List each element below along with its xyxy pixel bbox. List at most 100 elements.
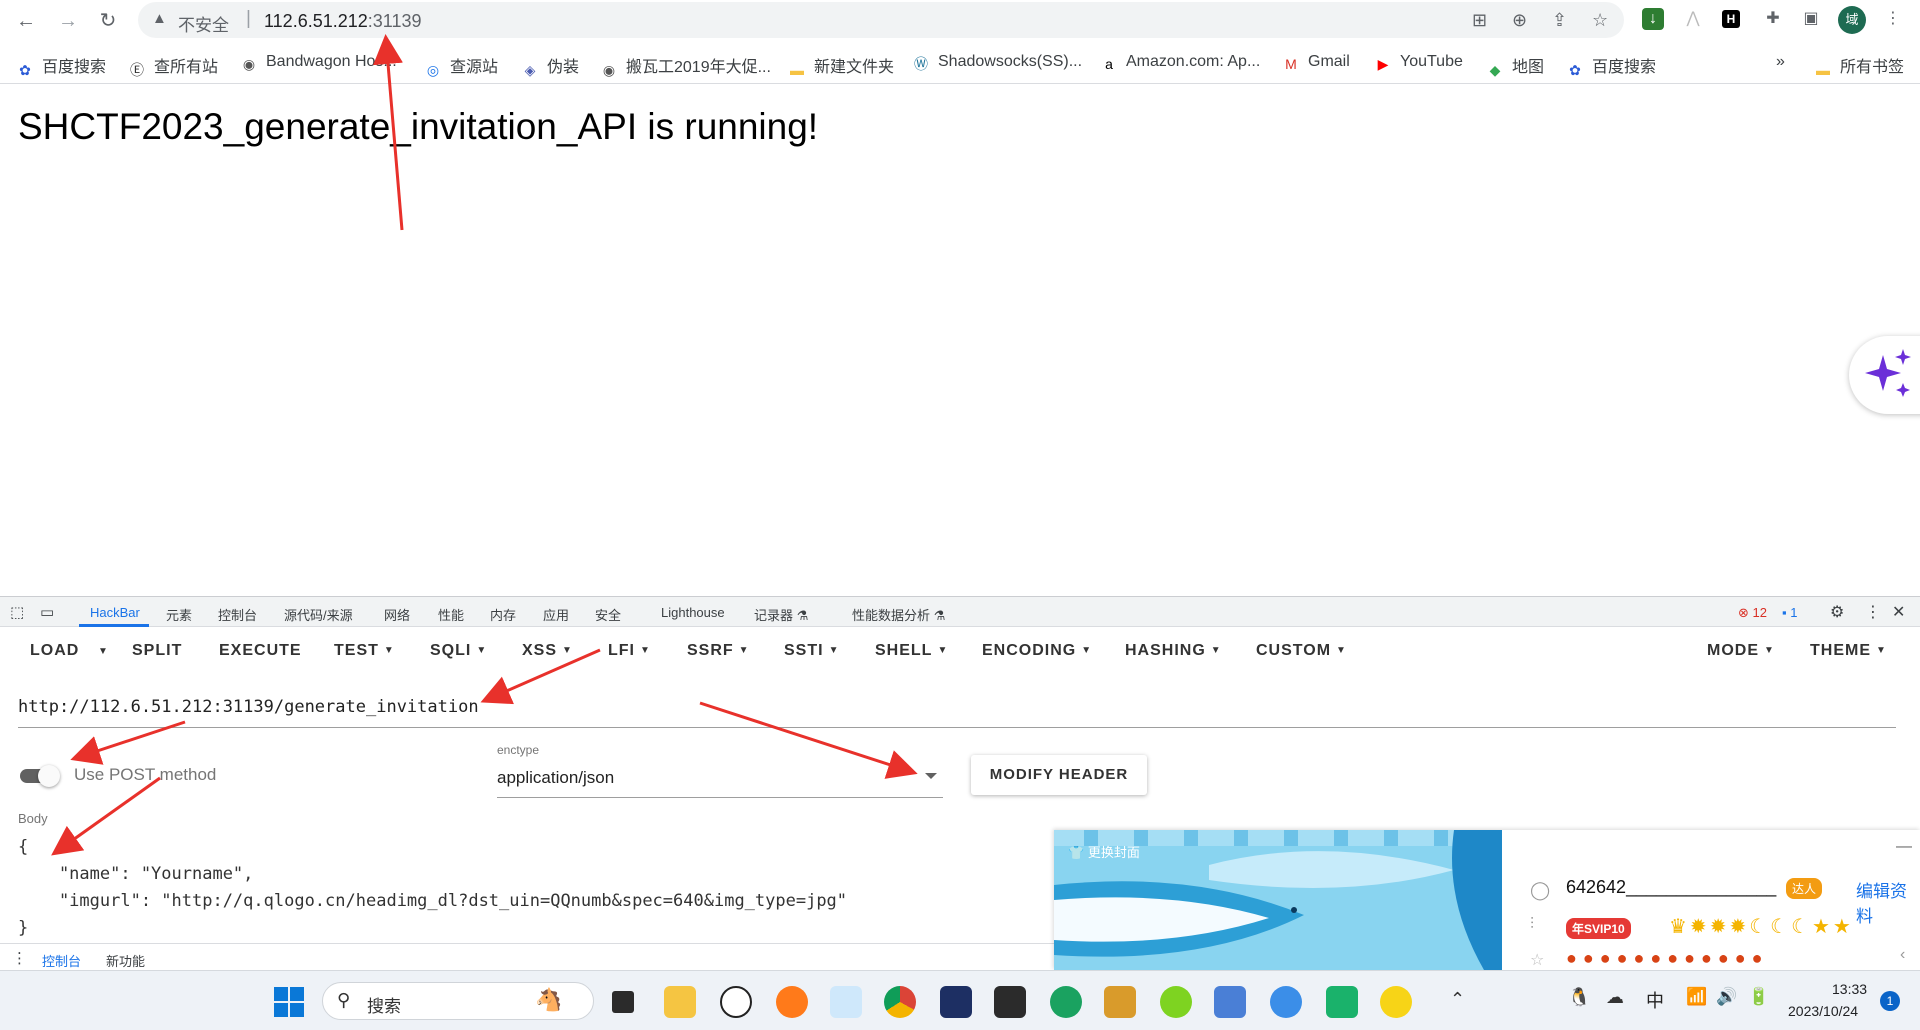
load-dropdown-icon[interactable]: ▼ — [98, 646, 109, 657]
battery-icon[interactable]: 🔋 — [1748, 987, 1769, 1007]
bookmark-item[interactable]: Ⓦ Shadowsocks(SS)... — [912, 53, 1082, 73]
bookmark-item[interactable]: M Gmail — [1282, 53, 1350, 73]
post-toggle-knob[interactable] — [38, 765, 60, 787]
inspect-icon[interactable]: ⬚ — [10, 603, 24, 621]
tab-whats-new[interactable]: 新功能 — [106, 951, 145, 970]
bookmark-item[interactable]: ◆ 地图 — [1486, 53, 1544, 79]
onedrive-icon[interactable]: ☁ — [1606, 987, 1624, 1008]
tab-security[interactable]: 安全 — [595, 605, 621, 624]
url-input[interactable]: http://112.6.51.212:31139/generate_invit… — [18, 697, 479, 717]
clock-time[interactable]: 13:33 — [1832, 981, 1867, 997]
network-app-icon[interactable] — [1270, 986, 1302, 1018]
settings-gear-icon[interactable]: ⚙ — [1830, 602, 1844, 622]
hashing-menu[interactable]: HASHING ▼ — [1125, 642, 1222, 660]
devcpp-icon[interactable] — [940, 986, 972, 1018]
shell-menu[interactable]: SHELL ▼ — [875, 642, 948, 660]
ime-indicator[interactable]: 中 — [1646, 987, 1664, 1013]
xss-menu[interactable]: XSS ▼ — [522, 642, 573, 660]
notepad-icon[interactable] — [1214, 986, 1246, 1018]
bookmark-star-icon[interactable]: ☆ — [1592, 10, 1608, 31]
bookmark-item[interactable]: ▶ YouTube — [1374, 53, 1463, 73]
chevron-left-icon[interactable]: ‹ — [1900, 946, 1905, 964]
tab-elements[interactable]: 元素 — [166, 605, 192, 624]
mode-menu[interactable]: MODE ▼ — [1707, 642, 1775, 660]
zoom-icon[interactable]: ⊕ — [1512, 10, 1527, 31]
clock-date[interactable]: 2023/10/24 — [1788, 1003, 1858, 1019]
edit-profile-link[interactable]: 编辑资料 — [1856, 877, 1920, 927]
music-icon[interactable] — [1380, 986, 1412, 1018]
windows-start-icon[interactable] — [274, 987, 304, 1017]
custom-menu[interactable]: CUSTOM ▼ — [1256, 642, 1347, 660]
theme-menu[interactable]: THEME ▼ — [1810, 642, 1887, 660]
bookmark-item[interactable]: ◎ 查源站 — [424, 53, 498, 79]
volume-icon[interactable]: 🔊 — [1716, 987, 1737, 1007]
drawer-menu-icon[interactable]: ⋮ — [12, 949, 27, 967]
body-line[interactable]: } — [18, 918, 28, 938]
extension-icon[interactable]: ⋀ — [1682, 8, 1704, 30]
translate-icon[interactable]: ⊞ — [1472, 10, 1487, 31]
enctype-select[interactable]: application/json — [497, 768, 614, 788]
firefox-icon[interactable] — [776, 986, 808, 1018]
ssti-menu[interactable]: SSTI ▼ — [784, 642, 839, 660]
modify-header-button[interactable]: MODIFY HEADER — [971, 755, 1147, 795]
address-bar[interactable]: ▲ 不安全 | 112.6.51.212:31139 ⊞ ⊕ ⇪ ☆ — [138, 2, 1624, 38]
bookmark-item[interactable]: ◉ Bandwagon Hos... — [240, 53, 397, 73]
avatar[interactable]: 域 — [1838, 6, 1866, 34]
bookmark-item[interactable]: ◉ 搬瓦工2019年大促... — [600, 53, 771, 79]
tab-performance[interactable]: 性能 — [438, 605, 464, 624]
bookmarks-overflow-icon[interactable]: » — [1776, 53, 1785, 71]
message-count[interactable]: ▪ 1 — [1782, 605, 1797, 620]
minimize-icon[interactable]: — — [1896, 838, 1912, 856]
tab-network[interactable]: 网络 — [384, 605, 410, 624]
execute-button[interactable]: EXECUTE — [219, 642, 302, 660]
download-extension-icon[interactable]: ↓ — [1642, 8, 1664, 30]
wifi-icon[interactable]: 📶 — [1686, 987, 1707, 1007]
body-line[interactable]: "name": "Yourname", — [18, 864, 253, 884]
body-line[interactable]: "imgurl": "http://q.qlogo.cn/headimg_dl?… — [18, 891, 847, 911]
chevron-down-icon[interactable] — [925, 773, 937, 779]
reload-icon[interactable]: ↻ — [94, 7, 122, 35]
test-menu[interactable]: TEST ▼ — [334, 642, 395, 660]
encoding-menu[interactable]: ENCODING ▼ — [982, 642, 1092, 660]
error-count[interactable]: ⊗ 12 — [1738, 605, 1767, 621]
task-view-icon[interactable] — [612, 991, 634, 1013]
pycharm-icon[interactable] — [1326, 986, 1358, 1018]
change-cover-button[interactable]: 👕 更换封面 — [1068, 842, 1140, 861]
file-explorer-icon[interactable] — [664, 986, 696, 1018]
bookmark-item[interactable]: ✿ 百度搜索 — [1566, 53, 1656, 79]
bookmark-item[interactable]: a Amazon.com: Ap... — [1100, 53, 1260, 73]
sqli-menu[interactable]: SQLI ▼ — [430, 642, 487, 660]
more-options-icon[interactable]: ⋮ — [1865, 602, 1881, 622]
bookmark-item[interactable]: ▬ 新建文件夹 — [788, 53, 894, 79]
lfi-menu[interactable]: LFI ▼ — [608, 642, 651, 660]
tab-lighthouse[interactable]: Lighthouse — [661, 605, 725, 620]
close-devtools-icon[interactable]: ✕ — [1892, 602, 1905, 622]
green-app-icon[interactable] — [1160, 986, 1192, 1018]
share-icon[interactable]: ⇪ — [1552, 10, 1567, 31]
ssrf-menu[interactable]: SSRF ▼ — [687, 642, 750, 660]
qq-profile-app-icon[interactable] — [830, 986, 862, 1018]
notification-badge[interactable]: 1 — [1880, 991, 1900, 1011]
qq-tray-icon[interactable]: 🐧 — [1568, 987, 1590, 1008]
all-bookmarks-folder[interactable]: ▬ 所有书签 — [1814, 53, 1904, 79]
tray-expand-icon[interactable]: ⌃ — [1450, 989, 1465, 1010]
hackbar-extension-icon[interactable]: H — [1722, 10, 1740, 28]
side-panel-icon[interactable]: ▣ — [1800, 8, 1822, 30]
device-toolbar-icon[interactable]: ▭ — [40, 603, 54, 621]
chrome-icon[interactable] — [884, 986, 916, 1018]
body-line[interactable]: { — [18, 837, 28, 857]
back-icon[interactable]: ← — [12, 7, 40, 35]
puzzle-icon[interactable]: ✚ — [1762, 8, 1784, 30]
qq-icon[interactable] — [720, 986, 752, 1018]
menu-icon[interactable]: ⋮ — [1882, 8, 1904, 30]
tab-sources[interactable]: 源代码/来源 — [284, 605, 353, 624]
tab-application[interactable]: 应用 — [543, 605, 569, 624]
taskbar-search[interactable]: ⚲ 搜索 🐴 — [322, 982, 594, 1020]
winrar-icon[interactable] — [1104, 986, 1136, 1018]
terminal-icon[interactable] — [994, 986, 1026, 1018]
tab-performance-insights[interactable]: 性能数据分析 ⚗ — [852, 605, 945, 624]
load-button[interactable]: LOAD — [30, 642, 79, 660]
ai-assistant-button[interactable] — [1849, 336, 1920, 414]
bookmark-item[interactable]: Ⓔ 查所有站 — [128, 53, 218, 79]
split-button[interactable]: SPLIT — [132, 642, 182, 660]
